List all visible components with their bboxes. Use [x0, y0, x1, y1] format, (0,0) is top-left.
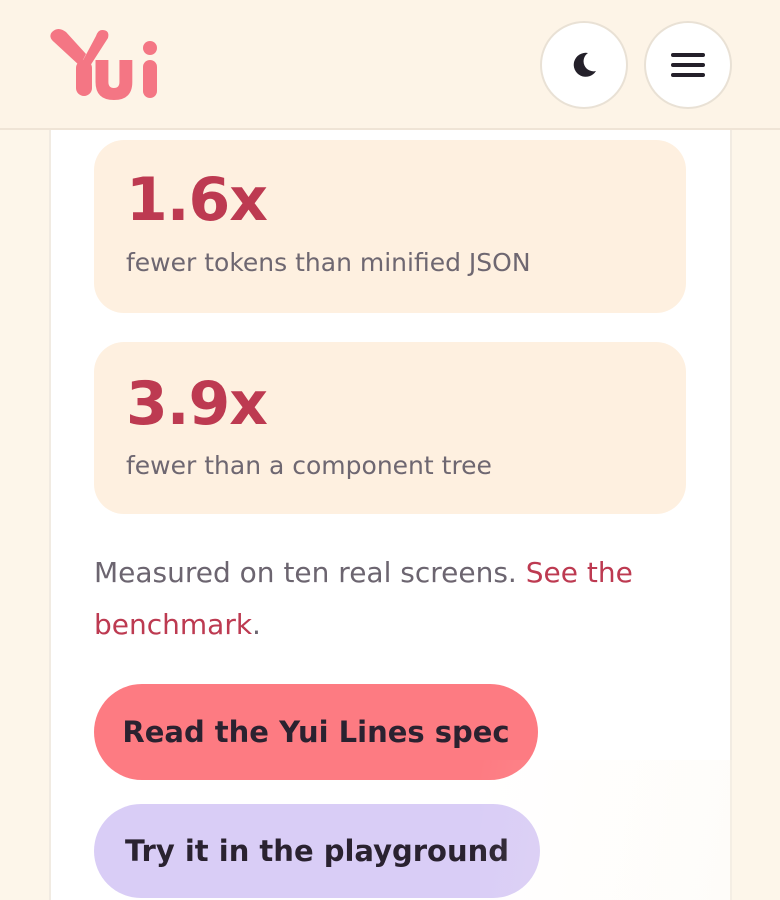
stat-value: 1.6x	[126, 165, 268, 235]
stat-value: 3.9x	[126, 369, 268, 439]
stat-label: fewer than a component tree	[126, 451, 492, 480]
stat-label: fewer tokens than minified JSON	[126, 248, 531, 277]
yui-logo[interactable]	[46, 26, 158, 102]
theme-toggle-button[interactable]	[540, 21, 628, 109]
moon-icon	[573, 52, 596, 77]
yui-logo-mark	[50, 29, 157, 100]
benchmark-note-text: Measured on ten real screens.	[94, 556, 526, 589]
benchmark-note: Measured on ten real screens. See the be…	[94, 547, 634, 651]
read-spec-button[interactable]: Read the Yui Lines spec	[94, 684, 538, 780]
stat-card-token-savings: 1.6x fewer tokens than minified JSON	[94, 140, 686, 313]
stat-card-component-tree: 3.9x fewer than a component tree	[94, 342, 686, 514]
benchmark-note-period: .	[252, 608, 261, 641]
hamburger-menu-icon	[671, 53, 705, 77]
page: 1.6x fewer tokens than minified JSON 3.9…	[0, 0, 780, 900]
menu-button[interactable]	[644, 21, 732, 109]
playground-button[interactable]: Try it in the playground	[94, 804, 540, 898]
top-header	[0, 0, 780, 130]
